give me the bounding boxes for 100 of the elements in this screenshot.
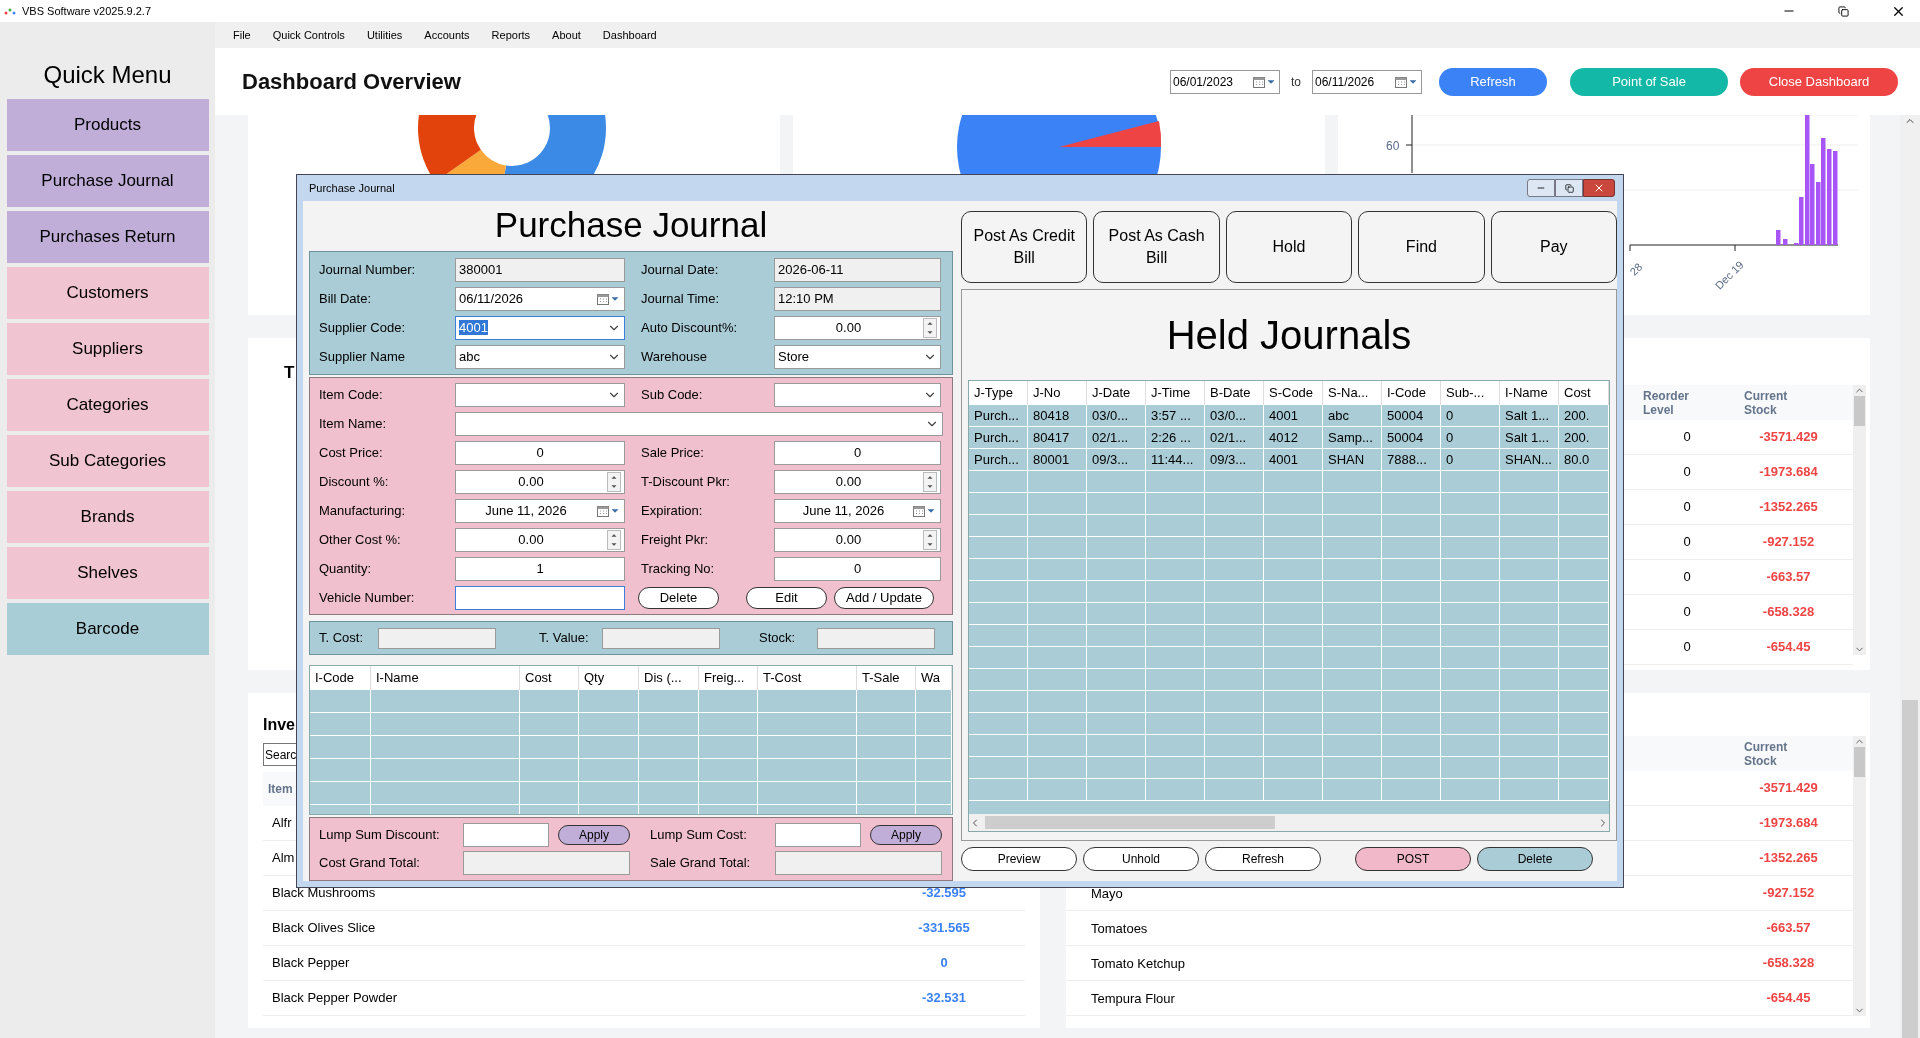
scroll-thumb[interactable] bbox=[1854, 747, 1865, 777]
input-field[interactable]: 0.00 bbox=[455, 469, 625, 494]
input-field[interactable]: 0.00 bbox=[455, 527, 625, 552]
input-field[interactable]: 06/11/2026 bbox=[455, 286, 625, 311]
calendar-dropdown-icon[interactable] bbox=[597, 292, 621, 305]
sidebar-item[interactable]: Suppliers bbox=[6, 323, 209, 375]
action-button[interactable]: Post As Credit Bill bbox=[961, 211, 1088, 283]
input-field[interactable]: 12:10 PM bbox=[774, 286, 941, 311]
menu-item[interactable]: Reports bbox=[491, 26, 531, 44]
sidebar-item[interactable]: Products bbox=[6, 99, 209, 151]
scroll-thumb[interactable] bbox=[1854, 396, 1865, 426]
calendar-dropdown-icon[interactable] bbox=[597, 504, 621, 517]
action-button[interactable]: Post As Cash Bill bbox=[1093, 211, 1220, 283]
journal-button[interactable]: Preview bbox=[961, 847, 1077, 871]
menu-item[interactable]: File bbox=[233, 26, 251, 44]
table-cell-text: 0 bbox=[1682, 603, 1692, 622]
date-field[interactable]: 06/11/2026 bbox=[1312, 69, 1422, 94]
scrollbar[interactable] bbox=[1853, 736, 1866, 1016]
readonly-field[interactable] bbox=[378, 627, 496, 649]
action-button[interactable]: Pay bbox=[1490, 211, 1618, 283]
close-button[interactable] bbox=[1583, 179, 1615, 197]
input-field[interactable]: Store bbox=[774, 344, 941, 369]
form-button[interactable]: Add / Update bbox=[834, 586, 934, 609]
input-field[interactable] bbox=[463, 851, 630, 875]
scroll-thumb[interactable] bbox=[1902, 700, 1918, 1038]
calendar-dropdown-icon[interactable] bbox=[913, 504, 937, 517]
table-cell: 4001 bbox=[1264, 449, 1323, 470]
menu-item[interactable]: About bbox=[552, 26, 581, 44]
table-cell: 03/0... bbox=[1087, 405, 1146, 426]
menu-item[interactable]: Utilities bbox=[366, 26, 403, 44]
journal-button[interactable]: Unhold bbox=[1083, 847, 1199, 871]
sidebar-title: Quick Menu bbox=[43, 60, 172, 90]
scrollbar[interactable] bbox=[1900, 115, 1920, 1038]
spin-buttons[interactable] bbox=[923, 317, 937, 338]
menu-item[interactable]: Quick Controls bbox=[272, 26, 345, 44]
input-field[interactable]: 2026-06-11 bbox=[774, 257, 941, 282]
sidebar-item[interactable]: Brands bbox=[6, 491, 209, 543]
input-field[interactable]: 380001 bbox=[455, 257, 625, 282]
input-field[interactable] bbox=[775, 823, 861, 847]
spin-buttons[interactable] bbox=[923, 471, 937, 492]
input-field[interactable]: 0.00 bbox=[774, 469, 941, 494]
table-cell-text: Black Olives Slice bbox=[272, 919, 376, 938]
sidebar-item[interactable]: Shelves bbox=[6, 547, 209, 599]
header-button[interactable]: Close Dashboard bbox=[1740, 67, 1898, 96]
input-field[interactable]: 0.00 bbox=[774, 527, 941, 552]
menu-item[interactable]: Dashboard bbox=[602, 26, 657, 44]
minimize-button[interactable] bbox=[1527, 179, 1555, 197]
input-field[interactable]: 0 bbox=[455, 440, 625, 465]
action-button[interactable]: Hold bbox=[1225, 211, 1353, 283]
table-cell-text: Alfr bbox=[272, 814, 292, 833]
input-field[interactable]: June 11, 2026 bbox=[455, 498, 625, 523]
sidebar-item[interactable]: Barcode bbox=[6, 603, 209, 655]
journal-button[interactable]: POST bbox=[1355, 847, 1471, 871]
input-field[interactable] bbox=[455, 382, 625, 407]
apply-button[interactable]: Apply bbox=[870, 825, 942, 845]
calendar-dropdown-icon[interactable] bbox=[1253, 75, 1277, 88]
input-field[interactable] bbox=[455, 411, 943, 436]
input-field[interactable]: 0 bbox=[774, 556, 941, 581]
input-field[interactable] bbox=[463, 823, 549, 847]
input-field[interactable]: 0.00 bbox=[774, 315, 941, 340]
scroll-thumb[interactable] bbox=[985, 816, 1275, 829]
column-header: Item bbox=[268, 781, 293, 798]
sidebar-item[interactable]: Categories bbox=[6, 379, 209, 431]
restore-icon[interactable] bbox=[1838, 5, 1849, 17]
form-button[interactable]: Delete bbox=[638, 586, 719, 609]
header-button[interactable]: Refresh bbox=[1439, 67, 1547, 96]
journal-button[interactable]: Delete bbox=[1477, 847, 1593, 871]
sidebar-item[interactable]: Purchases Return bbox=[6, 211, 209, 263]
apply-button[interactable]: Apply bbox=[558, 825, 630, 845]
input-field[interactable]: 1 bbox=[455, 556, 625, 581]
form-button[interactable]: Edit bbox=[746, 586, 827, 609]
menu-item[interactable]: Accounts bbox=[424, 26, 470, 44]
readonly-field[interactable] bbox=[817, 627, 935, 649]
table-cell-text: -1352.265 bbox=[1758, 849, 1819, 868]
input-field[interactable]: 0 bbox=[774, 440, 941, 465]
field-label: Stock: bbox=[759, 629, 797, 648]
maximize-button[interactable] bbox=[1555, 179, 1583, 197]
journal-button[interactable]: Refresh bbox=[1205, 847, 1321, 871]
sidebar-item[interactable]: Sub Categories bbox=[6, 435, 209, 487]
calendar-dropdown-icon[interactable] bbox=[1395, 75, 1419, 88]
sidebar-item[interactable]: Customers bbox=[6, 267, 209, 319]
input-field[interactable]: 4001 bbox=[455, 315, 625, 340]
table-cell-text: 0 bbox=[1682, 463, 1692, 482]
input-field[interactable]: June 11, 2026 bbox=[774, 498, 941, 523]
spin-buttons[interactable] bbox=[607, 529, 621, 550]
readonly-field[interactable] bbox=[602, 627, 720, 649]
column-header: J-Date bbox=[1087, 381, 1146, 405]
spin-buttons[interactable] bbox=[607, 471, 621, 492]
horizontal-scrollbar[interactable] bbox=[969, 814, 1609, 831]
field-label: Quantity: bbox=[319, 559, 373, 578]
scrollbar[interactable] bbox=[1853, 385, 1866, 655]
date-field[interactable]: 06/01/2023 bbox=[1170, 69, 1280, 94]
sidebar-item[interactable]: Purchase Journal bbox=[6, 155, 209, 207]
input-field[interactable] bbox=[774, 382, 941, 407]
field-label: Bill Date: bbox=[319, 289, 373, 308]
input-field[interactable] bbox=[455, 585, 625, 610]
input-field[interactable] bbox=[775, 851, 942, 875]
action-button[interactable]: Find bbox=[1358, 211, 1485, 283]
spin-buttons[interactable] bbox=[923, 529, 937, 550]
input-field[interactable]: abc bbox=[455, 344, 625, 369]
